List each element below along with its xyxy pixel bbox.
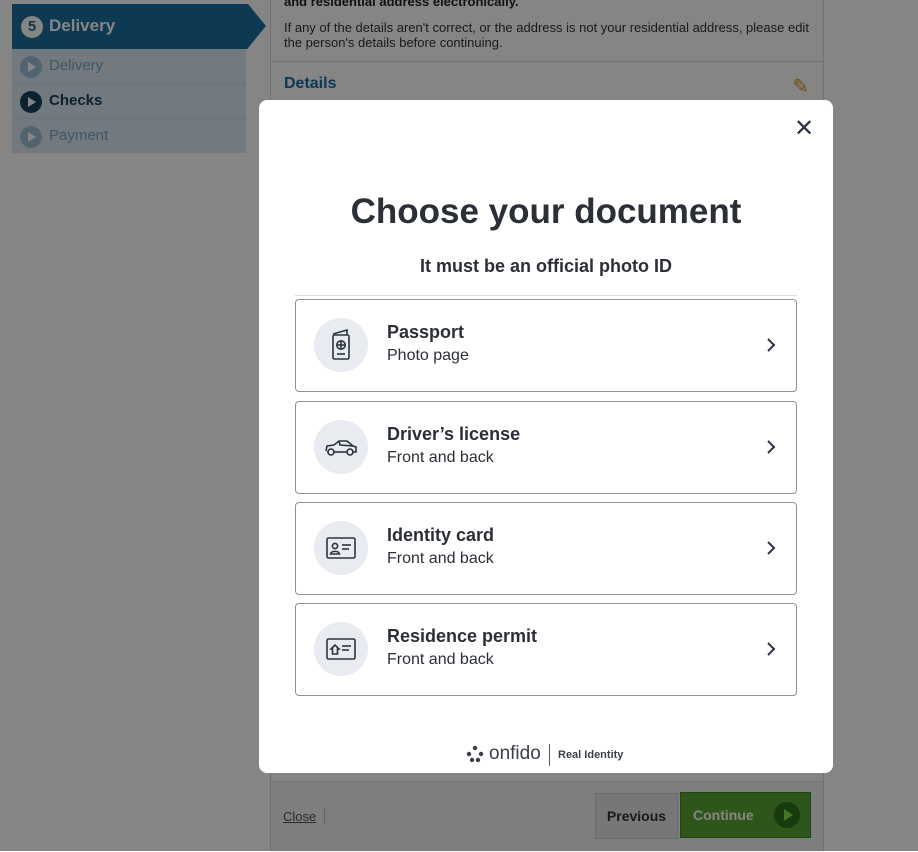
- option-title: Driver’s license: [387, 424, 521, 444]
- onfido-brand: onfido Real Identity: [259, 743, 833, 767]
- residence-permit-option[interactable]: Residence permit Front and back: [295, 603, 797, 696]
- chevron-right-icon: [767, 541, 776, 555]
- document-selection-modal: ✕ Choose your document It must be an off…: [259, 100, 833, 773]
- onfido-logo-icon: [466, 745, 484, 763]
- modal-title: Choose your document: [350, 192, 742, 231]
- document-options-list: Passport Photo page Driver’s license Fro…: [295, 295, 797, 696]
- option-subtitle: Front and back: [387, 550, 494, 567]
- residence-card-icon: [314, 622, 368, 676]
- option-title: Passport: [387, 322, 465, 342]
- car-icon: [314, 420, 368, 474]
- brand-tagline: Real Identity: [558, 749, 624, 761]
- brand-divider: [549, 744, 550, 766]
- passport-icon: [314, 318, 368, 372]
- option-subtitle: Front and back: [387, 651, 494, 668]
- close-icon[interactable]: ✕: [794, 117, 814, 141]
- passport-option[interactable]: Passport Photo page: [295, 299, 797, 392]
- chevron-right-icon: [767, 338, 776, 352]
- identity-card-option[interactable]: Identity card Front and back: [295, 502, 797, 595]
- drivers-license-option[interactable]: Driver’s license Front and back: [295, 401, 797, 494]
- chevron-right-icon: [767, 440, 776, 454]
- option-title: Identity card: [387, 525, 495, 545]
- id-card-icon: [314, 521, 368, 575]
- modal-subtitle: It must be an official photo ID: [420, 256, 672, 276]
- option-title: Residence permit: [387, 626, 538, 646]
- option-subtitle: Photo page: [387, 347, 469, 364]
- chevron-right-icon: [767, 642, 776, 656]
- brand-name: onfido: [489, 743, 541, 764]
- option-subtitle: Front and back: [387, 449, 494, 466]
